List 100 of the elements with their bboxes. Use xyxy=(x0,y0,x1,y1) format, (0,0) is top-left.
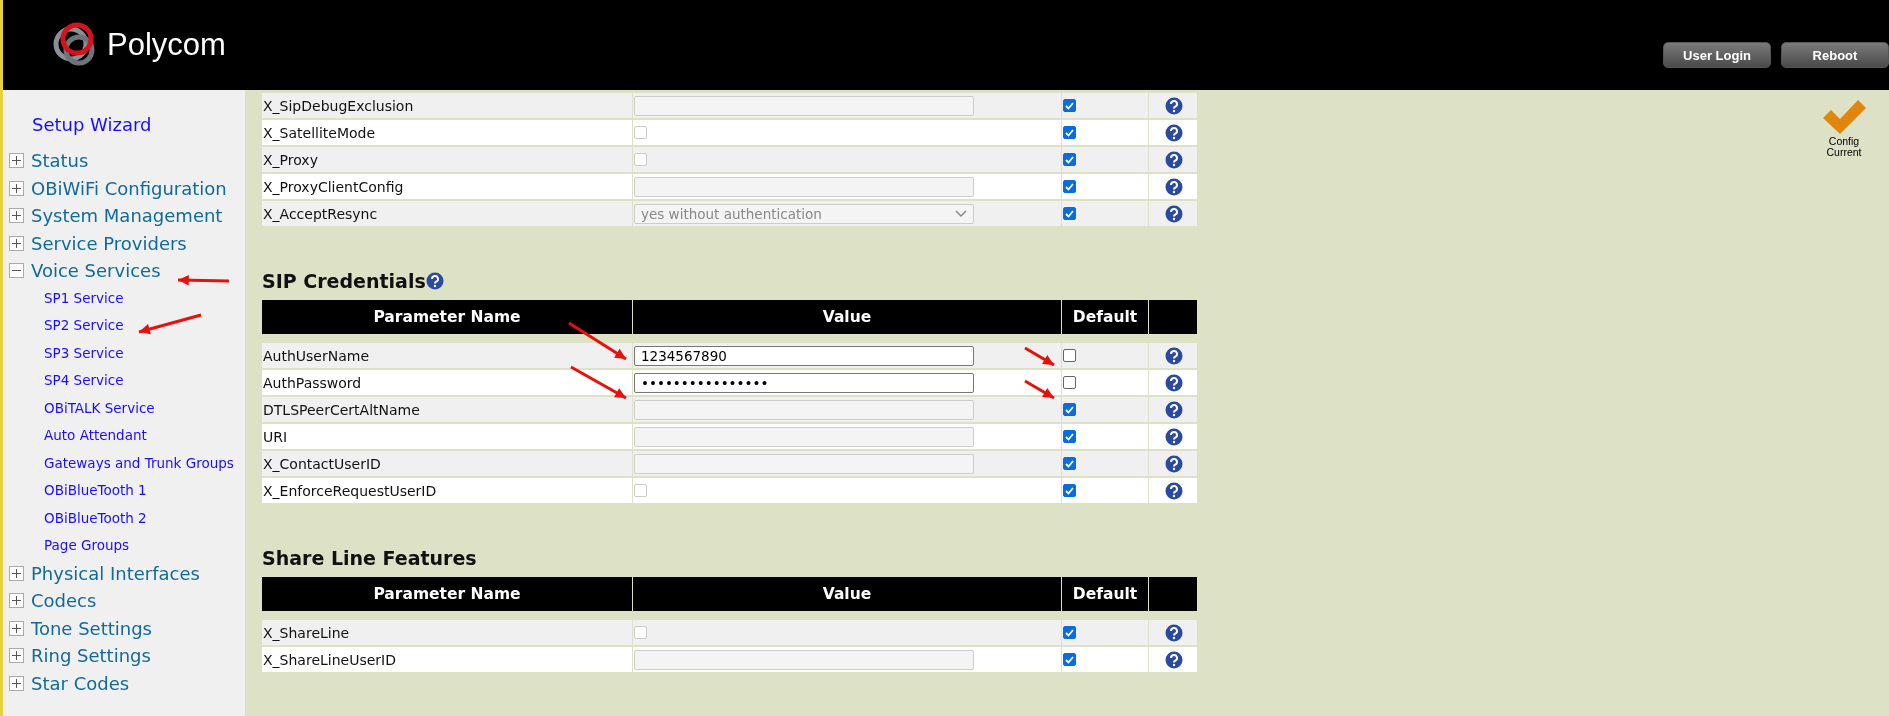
default-checkbox[interactable] xyxy=(1063,153,1076,166)
sidebar-subitem[interactable]: OBiTALK Service xyxy=(3,394,245,422)
input-field[interactable]: 1234567890 xyxy=(634,345,974,366)
expand-icon[interactable] xyxy=(9,565,24,581)
expand-icon[interactable] xyxy=(9,180,24,196)
input-field[interactable] xyxy=(634,399,974,420)
parameter-name: DTLSPeerCertAltName xyxy=(263,401,420,418)
input-field[interactable] xyxy=(634,176,974,197)
column-header: Default xyxy=(1062,577,1148,611)
sidebar-item[interactable]: Star Codes xyxy=(31,672,130,694)
help-icon[interactable] xyxy=(1164,346,1183,365)
expand-icon[interactable] xyxy=(9,235,24,251)
help-icon[interactable] xyxy=(1164,204,1183,223)
help-icon[interactable] xyxy=(1164,400,1183,419)
help-icon[interactable] xyxy=(1164,123,1183,142)
sidebar-subitem[interactable]: OBiBlueTooth 2 xyxy=(3,504,245,532)
parameter-name: X_ShareLineUserID xyxy=(263,651,396,668)
default-checkbox[interactable] xyxy=(1063,626,1076,639)
parameter-name: X_Proxy xyxy=(263,151,318,168)
expand-icon[interactable] xyxy=(9,593,24,609)
reboot-button[interactable]: Reboot xyxy=(1781,42,1889,68)
parameter-name: X_ShareLine xyxy=(263,624,350,641)
sidebar-subitem[interactable]: Page Groups xyxy=(3,532,245,560)
sidebar-subitem[interactable]: SP3 Service xyxy=(3,339,245,367)
setup-wizard-link[interactable]: Setup Wizard xyxy=(32,114,245,135)
annotation-arrow xyxy=(570,365,627,400)
help-icon[interactable] xyxy=(425,272,444,290)
input-field[interactable] xyxy=(634,426,974,447)
brand-name: Polycom xyxy=(107,27,226,63)
sidebar-item[interactable]: Service Providers xyxy=(31,232,187,254)
checkmark-icon xyxy=(1821,98,1867,136)
default-checkbox[interactable] xyxy=(1063,180,1076,193)
default-checkbox[interactable] xyxy=(1063,430,1076,443)
section-title: SIP Credentials xyxy=(262,270,426,292)
collapse-icon[interactable] xyxy=(9,263,24,279)
sidebar-subitem[interactable]: SP1 Service xyxy=(3,284,245,312)
sidebar-subitem[interactable]: OBiBlueTooth 1 xyxy=(3,477,245,505)
sidebar-item[interactable]: Ring Settings xyxy=(31,645,151,667)
column-header: Parameter Name xyxy=(262,300,632,334)
column-header: Value xyxy=(633,300,1061,334)
expand-icon[interactable] xyxy=(9,675,24,691)
default-checkbox[interactable] xyxy=(1063,207,1076,220)
checkbox[interactable] xyxy=(634,126,647,139)
section-title: Share Line Features xyxy=(262,547,477,569)
parameter-name: X_SatelliteMode xyxy=(263,124,376,141)
default-checkbox[interactable] xyxy=(1063,457,1076,470)
parameter-name: X_ContactUserID xyxy=(263,455,381,472)
column-header xyxy=(1149,300,1197,334)
help-icon[interactable] xyxy=(1164,481,1183,500)
parameter-name: X_SipDebugExclusion xyxy=(263,97,414,114)
column-header xyxy=(1149,577,1197,611)
input-field[interactable]: •••••••••••••••• xyxy=(634,372,974,393)
help-icon[interactable] xyxy=(1164,96,1183,115)
column-header: Default xyxy=(1062,300,1148,334)
default-checkbox[interactable] xyxy=(1063,376,1076,389)
parameter-name: AuthPassword xyxy=(263,374,362,391)
sidebar-subitem[interactable]: Gateways and Trunk Groups xyxy=(3,449,245,477)
sidebar-item[interactable]: Tone Settings xyxy=(31,617,152,639)
user-login-button[interactable]: User Login xyxy=(1663,42,1771,68)
checkbox[interactable] xyxy=(634,626,647,639)
help-icon[interactable] xyxy=(1164,150,1183,169)
annotation-arrow xyxy=(177,275,230,286)
expand-icon[interactable] xyxy=(9,620,24,636)
chevron-down-icon xyxy=(955,209,967,218)
sidebar-item[interactable]: Status xyxy=(31,150,89,172)
default-checkbox[interactable] xyxy=(1063,653,1076,666)
help-icon[interactable] xyxy=(1164,454,1183,473)
default-checkbox[interactable] xyxy=(1063,349,1076,362)
sidebar-subitem[interactable]: SP2 Service xyxy=(3,312,245,340)
input-field[interactable] xyxy=(634,649,974,670)
input-field[interactable] xyxy=(634,453,974,474)
sidebar-item[interactable]: Codecs xyxy=(31,590,97,612)
annotation-arrow xyxy=(138,313,202,335)
sidebar-item[interactable]: Voice Services xyxy=(31,260,161,282)
expand-icon[interactable] xyxy=(9,153,24,169)
sidebar-item[interactable]: OBiWiFi Configuration xyxy=(31,177,227,199)
help-icon[interactable] xyxy=(1164,373,1183,392)
default-checkbox[interactable] xyxy=(1063,484,1076,497)
annotation-arrow xyxy=(568,321,627,361)
column-header: Parameter Name xyxy=(262,577,632,611)
default-checkbox[interactable] xyxy=(1063,126,1076,139)
help-icon[interactable] xyxy=(1164,177,1183,196)
expand-icon[interactable] xyxy=(9,648,24,664)
default-checkbox[interactable] xyxy=(1063,403,1076,416)
help-icon[interactable] xyxy=(1164,427,1183,446)
checkbox[interactable] xyxy=(634,484,647,497)
expand-icon[interactable] xyxy=(9,208,24,224)
parameter-name: X_AcceptResync xyxy=(263,205,378,222)
default-checkbox[interactable] xyxy=(1063,99,1076,112)
sidebar-item[interactable]: System Management xyxy=(31,205,223,227)
help-icon[interactable] xyxy=(1164,650,1183,669)
annotation-arrow xyxy=(1024,346,1055,367)
annotation-arrow xyxy=(1024,379,1055,400)
input-field[interactable] xyxy=(634,95,974,116)
sidebar-subitem[interactable]: SP4 Service xyxy=(3,367,245,395)
help-icon[interactable] xyxy=(1164,623,1183,642)
sidebar-subitem[interactable]: Auto Attendant xyxy=(3,422,245,450)
config-status: Config Current xyxy=(1826,136,1862,158)
checkbox[interactable] xyxy=(634,153,647,166)
sidebar-item[interactable]: Physical Interfaces xyxy=(31,562,200,584)
